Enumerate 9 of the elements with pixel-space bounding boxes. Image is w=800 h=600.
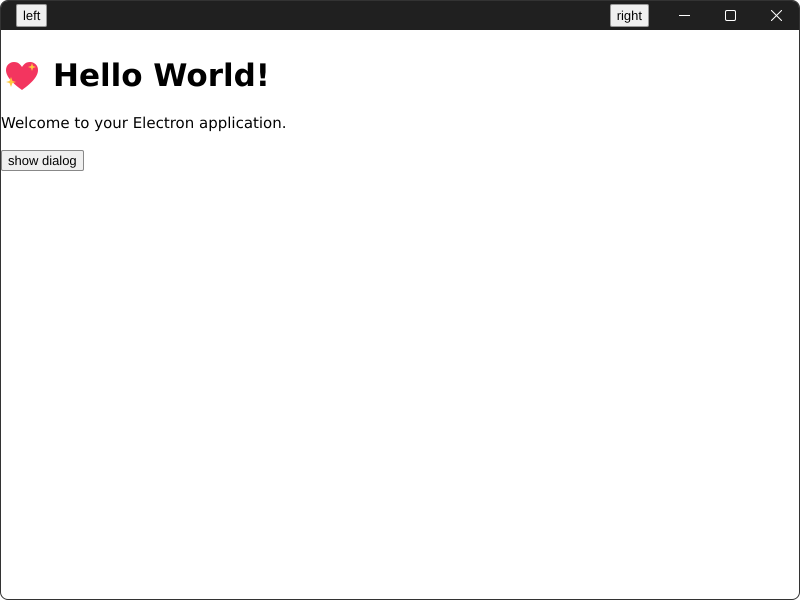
- page-heading: Hello World!: [53, 58, 270, 94]
- left-button[interactable]: left: [16, 4, 48, 27]
- close-icon[interactable]: [770, 10, 782, 21]
- welcome-text: Welcome to your Electron application.: [1, 114, 288, 132]
- sparkling-heart-icon: [5, 61, 39, 91]
- minimize-icon[interactable]: [678, 15, 690, 16]
- maximize-icon[interactable]: [724, 10, 736, 21]
- right-button[interactable]: right: [610, 4, 649, 27]
- show-dialog-button[interactable]: show dialog: [1, 150, 84, 171]
